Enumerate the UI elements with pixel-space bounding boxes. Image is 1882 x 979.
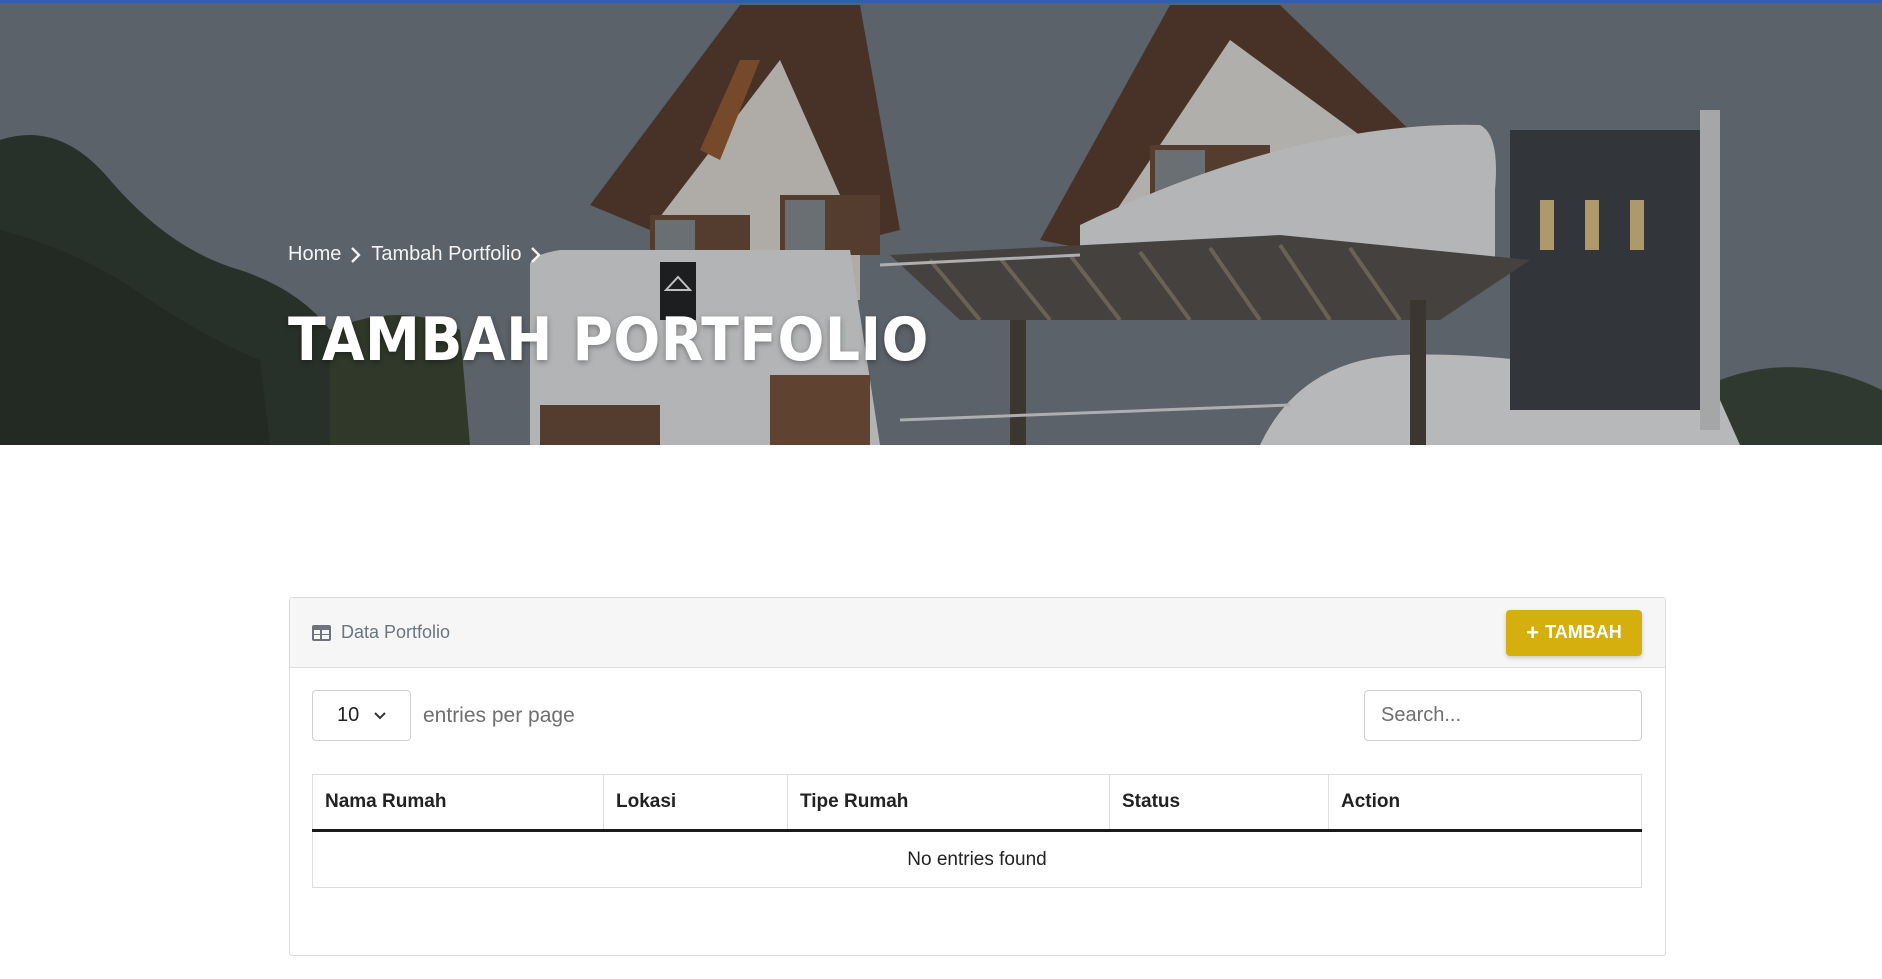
breadcrumb-current: Tambah Portfolio (371, 243, 522, 265)
search-input[interactable] (1364, 690, 1642, 741)
column-header-lokasi[interactable]: Lokasi (603, 774, 788, 832)
top-accent-line (0, 0, 1882, 3)
chevron-down-icon (374, 711, 386, 719)
table-header-row: Nama Rumah Lokasi Tipe Rumah Status Acti… (312, 774, 1642, 832)
table-row: No entries found (312, 830, 1642, 888)
entries-per-page: 10 entries per page (312, 690, 575, 741)
chevron-right-icon (531, 246, 542, 263)
page-title: TAMBAH PORTFOLIO (288, 305, 929, 375)
card-title-text: Data Portfolio (341, 622, 451, 642)
column-header-action[interactable]: Action (1328, 774, 1642, 832)
entries-per-page-value: 10 (337, 704, 360, 726)
card-title: Data Portfolio (312, 622, 450, 643)
column-header-status[interactable]: Status (1109, 774, 1329, 832)
column-header-tipe-rumah[interactable]: Tipe Rumah (787, 774, 1110, 832)
hero-banner: Home Tambah Portfolio TAMBAH PORTFOLIO (0, 0, 1882, 445)
table-icon (312, 624, 331, 641)
card-header: Data Portfolio + TAMBAH (290, 598, 1665, 668)
portfolio-table: Nama Rumah Lokasi Tipe Rumah Status Acti… (312, 774, 1642, 888)
chevron-right-icon (351, 246, 362, 263)
add-button-label: TAMBAH (1545, 622, 1622, 642)
breadcrumb: Home Tambah Portfolio (288, 243, 543, 266)
empty-message: No entries found (312, 830, 1642, 888)
breadcrumb-home-link[interactable]: Home (288, 243, 341, 266)
column-header-nama-rumah[interactable]: Nama Rumah (312, 774, 604, 832)
entries-per-page-select[interactable]: 10 (312, 690, 411, 741)
portfolio-card: Data Portfolio + TAMBAH 10 entries per p… (289, 597, 1666, 956)
add-portfolio-button[interactable]: + TAMBAH (1506, 609, 1642, 656)
hero-overlay (0, 0, 1882, 445)
entries-per-page-label: entries per page (423, 703, 575, 727)
table-controls: 10 entries per page (290, 668, 1665, 774)
plus-icon: + (1526, 619, 1540, 645)
